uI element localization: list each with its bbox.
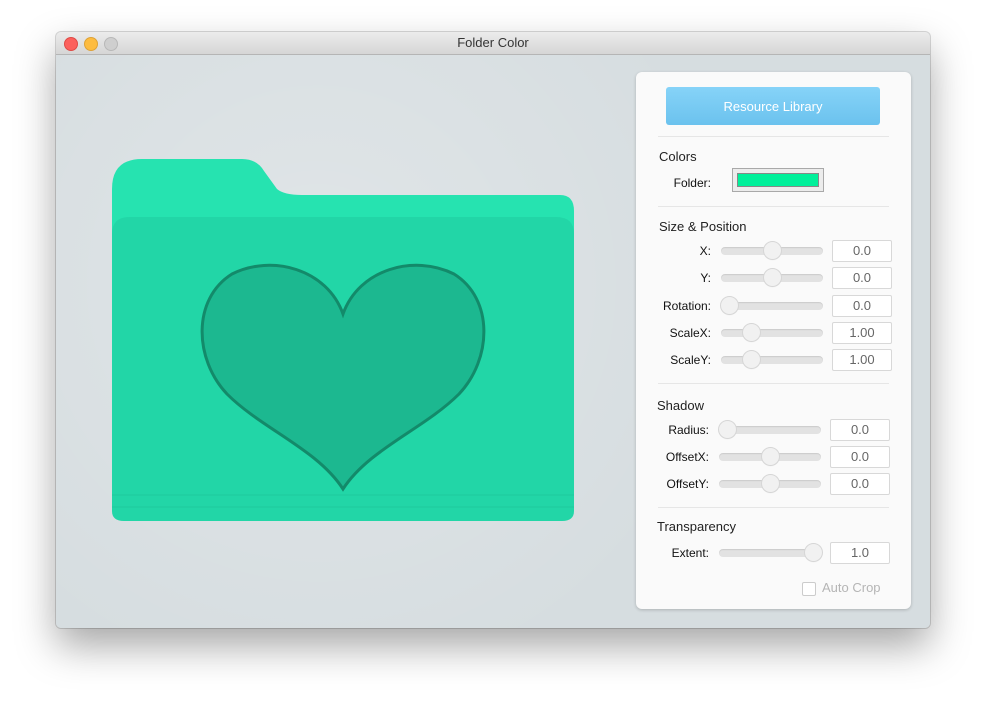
extent-field[interactable]: 1.0 xyxy=(830,542,890,564)
close-button[interactable] xyxy=(64,37,78,51)
folder-preview xyxy=(112,159,574,521)
scaley-field[interactable]: 1.00 xyxy=(832,349,892,372)
offsetx-field[interactable]: 0.0 xyxy=(830,446,890,468)
canvas-area: Resource Library Colors Folder: Size & P… xyxy=(56,55,930,628)
y-label: Y: xyxy=(700,271,711,286)
radius-label: Radius: xyxy=(668,423,709,437)
settings-panel: Resource Library Colors Folder: Size & P… xyxy=(636,72,911,609)
folder-color-well[interactable] xyxy=(732,168,824,192)
title-bar: Folder Color xyxy=(56,32,930,55)
offsety-slider-thumb[interactable] xyxy=(762,475,779,492)
auto-crop-label: Auto Crop xyxy=(822,580,881,595)
offsety-slider[interactable] xyxy=(719,475,821,492)
radius-field[interactable]: 0.0 xyxy=(830,419,890,441)
scaley-label: ScaleY: xyxy=(670,353,711,368)
offsety-field[interactable]: 0.0 xyxy=(830,473,890,495)
colors-section-title: Colors xyxy=(659,149,697,164)
extent-slider-thumb[interactable] xyxy=(805,544,822,561)
auto-crop-checkbox[interactable] xyxy=(802,582,816,596)
radius-slider-thumb[interactable] xyxy=(719,421,736,438)
scalex-slider[interactable] xyxy=(721,323,823,341)
shadow-section-title: Shadow xyxy=(657,398,704,413)
offsetx-slider-thumb[interactable] xyxy=(762,448,779,465)
x-slider[interactable] xyxy=(721,242,823,259)
scaley-slider-thumb[interactable] xyxy=(742,351,760,369)
app-window: Folder Color Resource Library Colors Fol… xyxy=(56,32,930,628)
divider xyxy=(658,507,889,508)
radius-slider[interactable] xyxy=(719,421,821,438)
x-slider-thumb[interactable] xyxy=(764,242,781,259)
scalex-slider-thumb[interactable] xyxy=(742,323,760,341)
scalex-field[interactable]: 1.00 xyxy=(832,321,892,344)
color-swatch xyxy=(737,173,819,187)
extent-label: Extent: xyxy=(671,546,709,560)
rotation-label: Rotation: xyxy=(662,298,711,313)
offsety-label: OffsetY: xyxy=(666,477,709,491)
y-field[interactable]: 0.0 xyxy=(832,267,892,290)
rotation-slider-thumb[interactable] xyxy=(721,296,738,314)
folder-color-label: Folder: xyxy=(673,176,711,190)
rotation-field[interactable]: 0.0 xyxy=(832,294,892,317)
minimize-button[interactable] xyxy=(84,37,98,51)
y-slider-thumb[interactable] xyxy=(764,269,781,287)
zoom-button[interactable] xyxy=(104,37,118,51)
divider xyxy=(658,136,889,137)
scalex-label: ScaleX: xyxy=(669,325,711,340)
divider xyxy=(658,383,889,384)
offsetx-label: OffsetX: xyxy=(665,450,709,464)
offsetx-slider[interactable] xyxy=(719,448,821,465)
y-slider[interactable] xyxy=(721,269,823,287)
window-title: Folder Color xyxy=(457,35,529,50)
transparency-section-title: Transparency xyxy=(657,519,736,534)
divider xyxy=(658,206,889,207)
rotation-slider[interactable] xyxy=(721,296,823,314)
size-section-title: Size & Position xyxy=(659,219,747,234)
resource-library-button[interactable]: Resource Library xyxy=(666,87,880,125)
extent-slider[interactable] xyxy=(719,544,822,561)
x-field[interactable]: 0.0 xyxy=(832,240,892,262)
x-label: X: xyxy=(699,244,711,258)
scaley-slider[interactable] xyxy=(721,351,823,369)
